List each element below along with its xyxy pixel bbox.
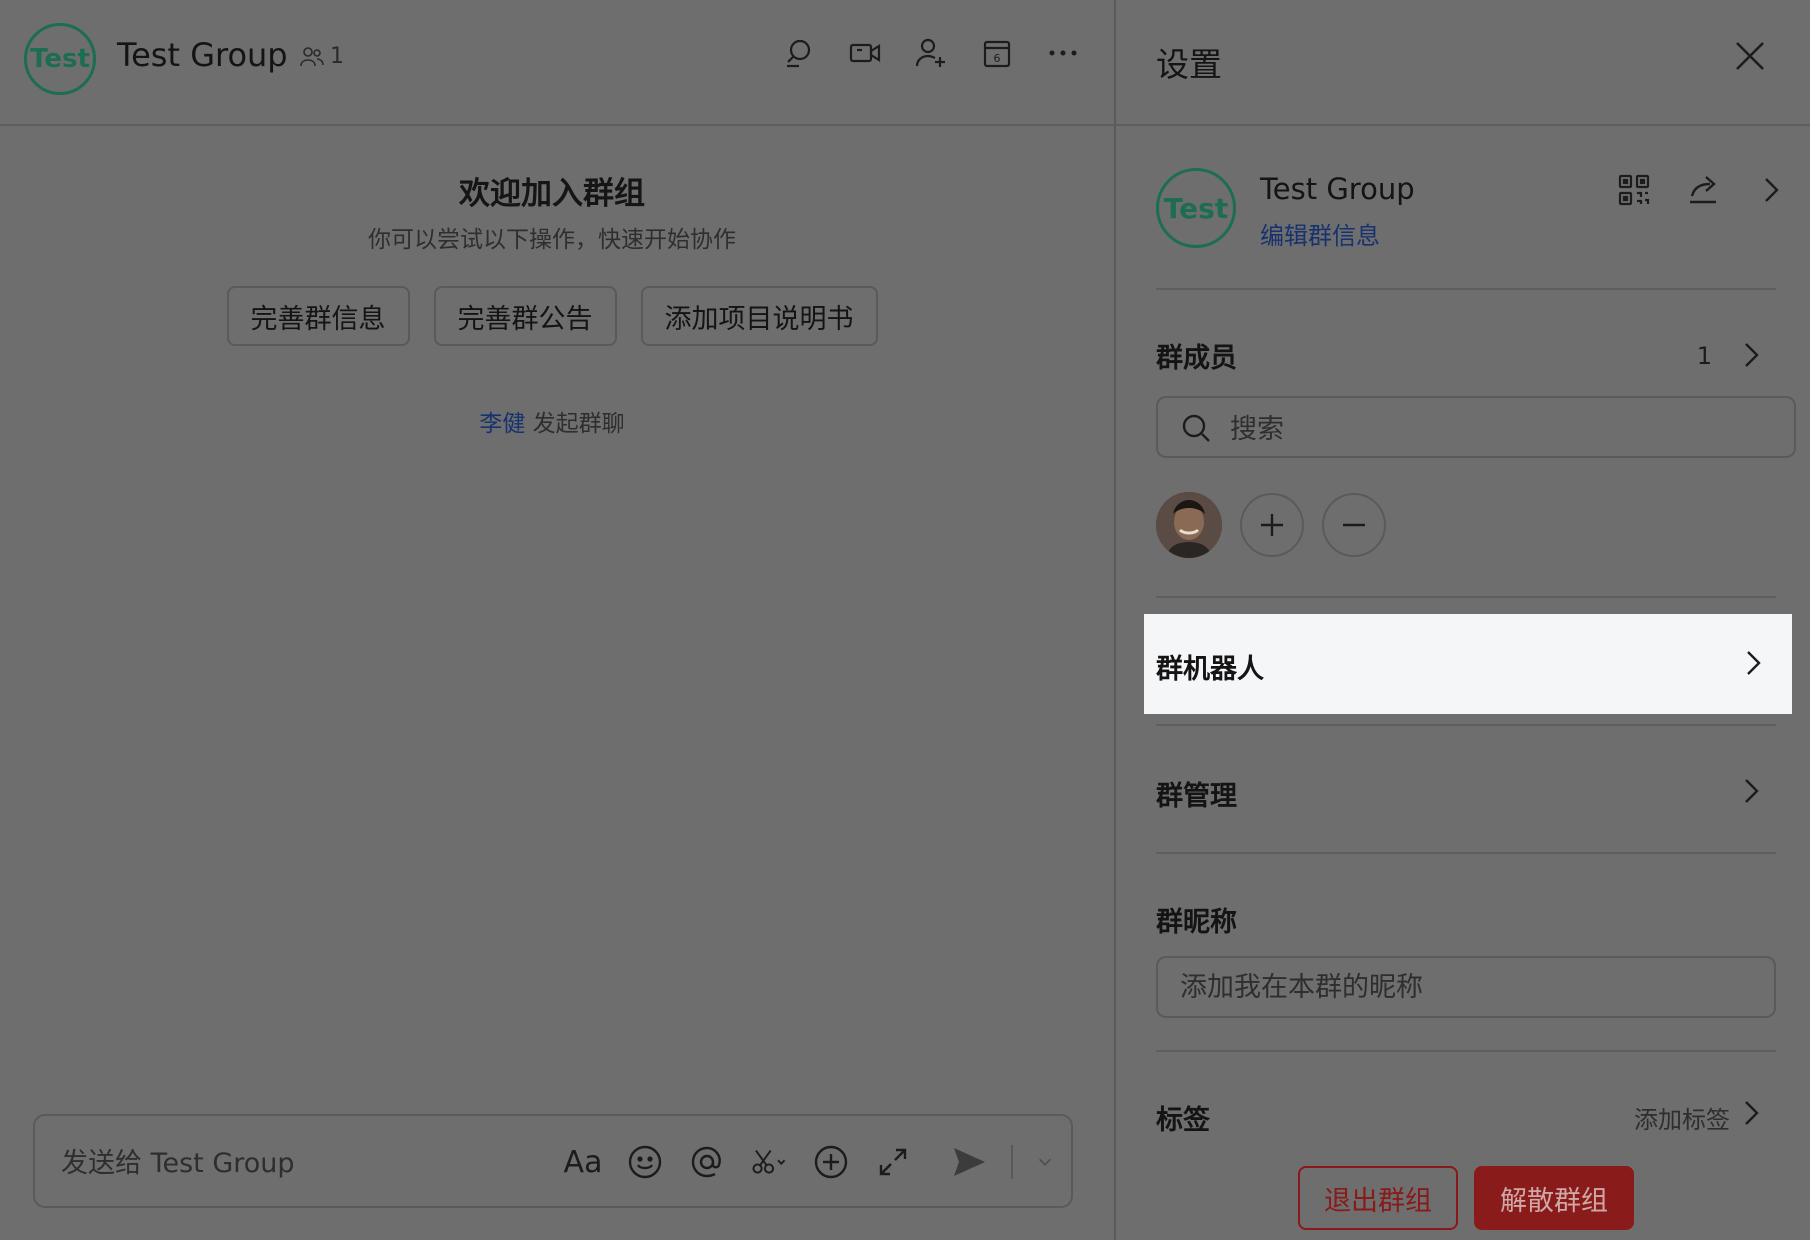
member-avatars-row	[1156, 490, 1386, 560]
welcome-title: 欢迎加入群组	[459, 176, 645, 212]
system-message-user-link[interactable]: 李健	[479, 411, 525, 437]
add-member-icon[interactable]	[914, 36, 948, 70]
qr-code-icon[interactable]	[1616, 172, 1652, 212]
minus-icon	[1343, 523, 1365, 527]
send-options-chevron-down-icon[interactable]	[1035, 1140, 1055, 1184]
more-icon[interactable]	[1046, 36, 1080, 70]
group-card-actions	[1616, 172, 1786, 212]
member-search-box[interactable]	[1156, 396, 1796, 458]
complete-group-info-button[interactable]: 完善群信息	[226, 286, 410, 346]
send-icon[interactable]	[949, 1140, 989, 1184]
chat-header: Test Test Group 1 6	[0, 0, 1114, 126]
message-composer: Aa	[33, 1114, 1073, 1208]
composer-toolbar: Aa	[563, 1140, 1055, 1184]
send-divider	[1011, 1145, 1013, 1179]
scissors-icon[interactable]	[749, 1140, 789, 1184]
message-input[interactable]	[59, 1142, 543, 1184]
member-avatar[interactable]	[1156, 492, 1222, 558]
emoji-icon[interactable]	[625, 1140, 665, 1184]
group-name: Test Group	[1260, 172, 1415, 206]
system-message: 李健 发起群聊	[0, 404, 1104, 438]
remove-member-button[interactable]	[1322, 493, 1386, 557]
divider	[1156, 1050, 1776, 1052]
group-bots-label: 群机器人	[1156, 654, 1264, 685]
add-tag-link[interactable]: 添加标签	[1634, 1100, 1730, 1135]
search-icon[interactable]	[782, 36, 816, 70]
chat-title[interactable]: Test Group	[117, 36, 288, 74]
plus-icon	[1261, 514, 1283, 536]
expand-icon[interactable]	[873, 1140, 913, 1184]
share-icon[interactable]	[1686, 172, 1722, 212]
close-icon[interactable]	[1732, 38, 1768, 74]
edit-group-info-link[interactable]: 编辑群信息	[1260, 216, 1380, 251]
settings-group-avatar[interactable]: Test	[1156, 168, 1236, 248]
welcome-subtitle: 你可以尝试以下操作，快速开始协作	[368, 227, 736, 253]
leave-group-button[interactable]: 退出群组	[1298, 1166, 1458, 1230]
chevron-right-icon[interactable]	[1756, 175, 1786, 209]
nickname-input[interactable]	[1156, 956, 1776, 1018]
add-project-doc-button[interactable]: 添加项目说明书	[640, 286, 878, 346]
complete-announcement-button[interactable]: 完善群公告	[433, 286, 617, 346]
header-toolbar: 6	[782, 36, 1080, 70]
management-label[interactable]: 群管理	[1156, 774, 1237, 813]
settings-header: 设置	[1116, 0, 1810, 126]
add-member-button[interactable]	[1240, 493, 1304, 557]
management-chevron-right-icon[interactable]	[1736, 776, 1766, 806]
member-count-badge[interactable]: 1	[300, 44, 344, 69]
group-bots-row[interactable]: 群机器人	[1144, 614, 1792, 714]
divider	[1156, 288, 1776, 290]
app-window: Test Test Group 1 6 欢迎加入群组 你可以尝试以下操作，快速开…	[0, 0, 1810, 1240]
calendar-icon[interactable]: 6	[980, 36, 1014, 70]
quick-actions: 完善群信息 完善群公告 添加项目说明书	[0, 286, 1104, 346]
divider	[1156, 724, 1776, 726]
chat-pane: Test Test Group 1 6 欢迎加入群组 你可以尝试以下操作，快速开…	[0, 0, 1114, 1240]
members-icon	[300, 46, 324, 66]
members-chevron-right-icon[interactable]	[1736, 340, 1766, 370]
members-label[interactable]: 群成员	[1156, 336, 1237, 375]
nickname-label: 群昵称	[1156, 907, 1237, 938]
search-icon	[1182, 414, 1210, 442]
member-search-input[interactable]	[1228, 408, 1732, 450]
group-profile-card[interactable]: Test Test Group 编辑群信息	[1156, 166, 1786, 250]
dissolve-group-button[interactable]: 解散群组	[1474, 1166, 1634, 1230]
settings-title: 设置	[1156, 45, 1222, 84]
text-format-icon[interactable]: Aa	[563, 1140, 603, 1184]
divider	[1156, 596, 1776, 598]
svg-text:6: 6	[994, 52, 1001, 65]
tags-chevron-right-icon[interactable]	[1736, 1098, 1766, 1128]
group-avatar[interactable]: Test	[24, 23, 96, 95]
group-bots-chevron-right-icon[interactable]	[1738, 648, 1768, 678]
add-circle-icon[interactable]	[811, 1140, 851, 1184]
divider	[1156, 852, 1776, 854]
member-count-value: 1	[330, 44, 344, 69]
video-call-icon[interactable]	[848, 36, 882, 70]
mention-icon[interactable]	[687, 1140, 727, 1184]
system-message-action: 发起群聊	[532, 411, 625, 437]
tags-label: 标签	[1156, 1105, 1210, 1136]
members-count: 1	[1696, 342, 1712, 370]
